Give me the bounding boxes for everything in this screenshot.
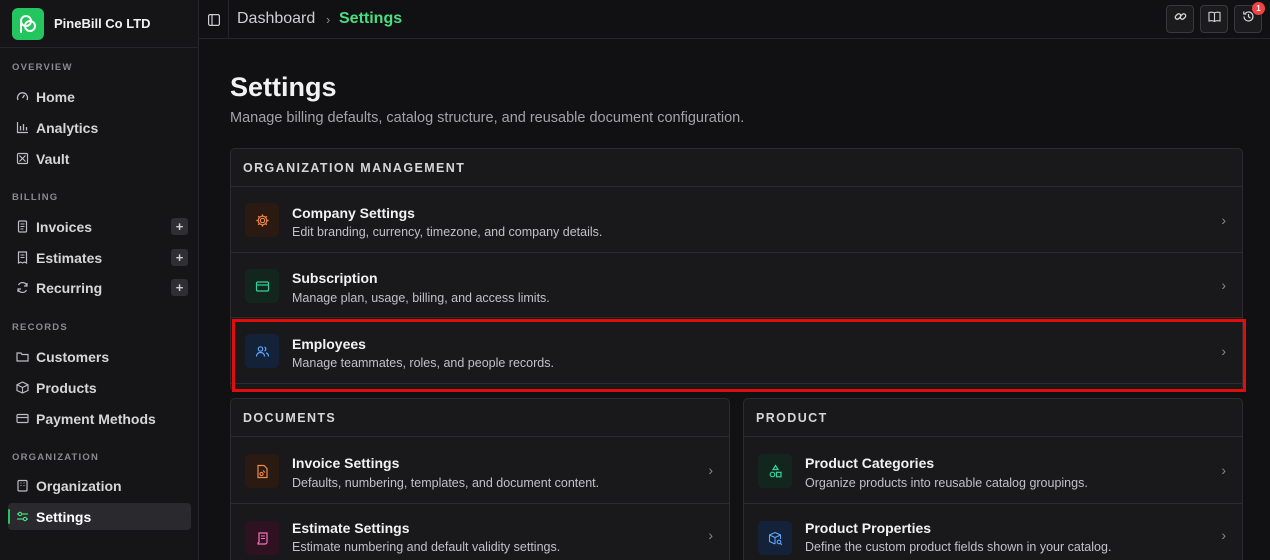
sidebar-item-home[interactable]: Home: [8, 83, 191, 110]
notification-badge: 1: [1252, 2, 1265, 15]
refresh-icon: [16, 281, 29, 294]
chevron-right-icon: ›: [708, 527, 713, 543]
row-description: Manage plan, usage, billing, and access …: [292, 291, 550, 305]
add-invoice-button[interactable]: +: [171, 218, 188, 235]
sidebar-item-label: Payment Methods: [36, 410, 156, 427]
chevron-right-icon: ›: [1221, 527, 1226, 543]
sidebar-item-label: Organization: [36, 477, 122, 494]
link-button[interactable]: [1166, 5, 1194, 33]
credit-card-icon: [245, 269, 279, 303]
row-title: Product Categories: [805, 455, 935, 471]
chevron-right-icon: ›: [1221, 212, 1226, 228]
page-title: Settings: [230, 72, 337, 102]
folder-icon: [16, 350, 29, 363]
history-button[interactable]: 1: [1234, 2, 1265, 33]
breadcrumb-current: Settings: [339, 10, 403, 27]
sidebar-item-settings[interactable]: Settings: [8, 503, 191, 530]
add-estimate-button[interactable]: +: [171, 249, 188, 266]
section-label-records: RECORDS: [12, 322, 68, 333]
row-description: Manage teammates, roles, and people reco…: [292, 356, 554, 370]
settings-row-subscription[interactable]: Subscription Manage plan, usage, billing…: [231, 253, 1242, 318]
row-title: Invoice Settings: [292, 455, 400, 471]
card-icon: [16, 412, 29, 425]
page-subtitle: Manage billing defaults, catalog structu…: [230, 110, 745, 126]
divider: [228, 0, 229, 39]
sidebar-item-label: Products: [36, 379, 97, 396]
box-icon: [16, 381, 29, 394]
brand[interactable]: PineBill Co LTD: [0, 0, 198, 48]
docs-button[interactable]: [1200, 5, 1228, 33]
product-card: PRODUCT Product Categories Organize prod…: [743, 398, 1243, 560]
package-search-icon: [758, 521, 792, 555]
breadcrumb-dashboard[interactable]: Dashboard: [237, 10, 315, 28]
settings-row-estimate[interactable]: Estimate Settings Estimate numbering and…: [231, 504, 729, 560]
sidebar-item-customers[interactable]: Customers: [8, 343, 191, 370]
row-description: Defaults, numbering, templates, and docu…: [292, 476, 600, 490]
card-header: DOCUMENTS: [231, 399, 729, 437]
sidebar-toggle-icon[interactable]: [208, 13, 221, 27]
card-header: ORGANIZATION MANAGEMENT: [231, 149, 1242, 187]
sidebar-item-label: Customers: [36, 348, 110, 365]
row-title: Estimate Settings: [292, 520, 410, 536]
sidebar: PineBill Co LTD OVERVIEW Home Analytics …: [0, 0, 199, 560]
row-title: Employees: [292, 336, 366, 352]
row-description: Organize products into reusable catalog …: [805, 476, 1088, 490]
pinebill-logo-icon: [12, 7, 44, 40]
row-description: Edit branding, currency, timezone, and c…: [292, 225, 603, 239]
row-description: Estimate numbering and default validity …: [292, 540, 561, 554]
organization-management-card: ORGANIZATION MANAGEMENT Company Settings…: [230, 148, 1243, 391]
users-icon: [245, 334, 279, 368]
row-description: Define the custom product fields shown i…: [805, 540, 1112, 554]
scroll-icon: [245, 521, 279, 555]
section-label-billing: BILLING: [12, 192, 59, 203]
link-icon: [1174, 10, 1187, 28]
breadcrumb-separator: ›: [326, 12, 331, 27]
invoice-icon: [245, 454, 279, 488]
topbar: Dashboard › Settings 1: [199, 0, 1270, 39]
row-title: Product Properties: [805, 520, 932, 536]
section-label-overview: OVERVIEW: [12, 62, 73, 73]
bar-chart-icon: [16, 121, 29, 134]
sidebar-item-label: Vault: [36, 150, 70, 167]
documents-card: DOCUMENTS Invoice Settings Defaults, num…: [230, 398, 730, 560]
sliders-icon: [16, 510, 29, 523]
brand-name: PineBill Co LTD: [54, 16, 151, 31]
sidebar-item-vault[interactable]: Vault: [8, 145, 191, 172]
chevron-right-icon: ›: [708, 462, 713, 478]
sidebar-item-products[interactable]: Products: [8, 374, 191, 401]
gauge-icon: [16, 90, 29, 103]
row-title: Subscription: [292, 270, 378, 286]
receipt-icon: [16, 251, 29, 264]
sidebar-item-label: Settings: [36, 508, 92, 525]
sidebar-item-label: Invoices: [36, 218, 93, 235]
card-header: PRODUCT: [744, 399, 1242, 437]
settings-row-company[interactable]: Company Settings Edit branding, currency…: [231, 187, 1242, 253]
sidebar-item-label: Recurring: [36, 279, 103, 296]
vault-icon: [16, 152, 29, 165]
sidebar-item-label: Estimates: [36, 249, 103, 266]
shapes-icon: [758, 454, 792, 488]
chevron-right-icon: ›: [1221, 343, 1226, 359]
sidebar-item-analytics[interactable]: Analytics: [8, 114, 191, 141]
chevron-right-icon: ›: [1221, 462, 1226, 478]
settings-row-employees[interactable]: Employees Manage teammates, roles, and p…: [231, 318, 1242, 384]
sidebar-item-estimates[interactable]: Estimates +: [8, 244, 191, 271]
sidebar-item-organization[interactable]: Organization: [8, 472, 191, 499]
sidebar-item-label: Analytics: [36, 119, 99, 136]
building-icon: [16, 479, 29, 492]
document-icon: [16, 220, 29, 233]
section-label-organization: ORGANIZATION: [12, 452, 100, 463]
settings-row-invoice[interactable]: Invoice Settings Defaults, numbering, te…: [231, 437, 729, 504]
chevron-right-icon: ›: [1221, 277, 1226, 293]
settings-row-product-properties[interactable]: Product Properties Define the custom pro…: [744, 504, 1242, 560]
row-title: Company Settings: [292, 205, 415, 221]
sidebar-item-invoices[interactable]: Invoices +: [8, 213, 191, 240]
settings-row-product-categories[interactable]: Product Categories Organize products int…: [744, 437, 1242, 504]
book-icon: [1207, 10, 1221, 28]
sidebar-item-payment-methods[interactable]: Payment Methods: [8, 405, 191, 432]
sidebar-item-recurring[interactable]: Recurring +: [8, 274, 191, 301]
add-recurring-button[interactable]: +: [171, 279, 188, 296]
gear-icon: [245, 203, 279, 237]
sidebar-item-label: Home: [36, 88, 75, 105]
